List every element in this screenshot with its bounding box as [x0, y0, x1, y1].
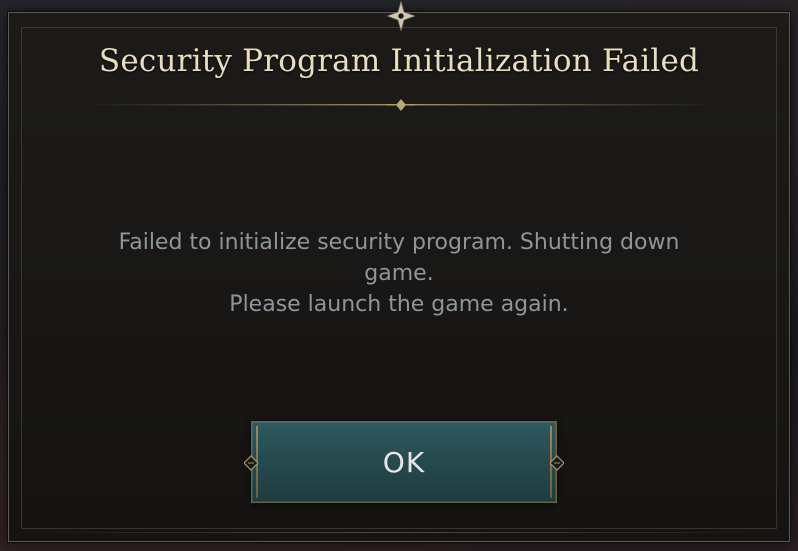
message-line: Failed to initialize security program. S… — [118, 230, 680, 255]
ok-button[interactable]: OK — [243, 421, 565, 503]
ok-button-label: OK — [382, 445, 426, 479]
message-line: game. — [364, 261, 434, 286]
message-line: Please launch the game again. — [229, 292, 569, 317]
diamond-ornament-icon — [387, 99, 415, 111]
error-message: Failed to initialize security program. S… — [69, 227, 729, 320]
dialog-title: Security Program Initialization Failed — [98, 43, 700, 79]
error-dialog: Security Program Initialization Failed F… — [8, 0, 790, 542]
bottom-divider — [9, 532, 789, 533]
title-divider — [81, 99, 721, 111]
compass-star-icon — [385, 0, 417, 33]
